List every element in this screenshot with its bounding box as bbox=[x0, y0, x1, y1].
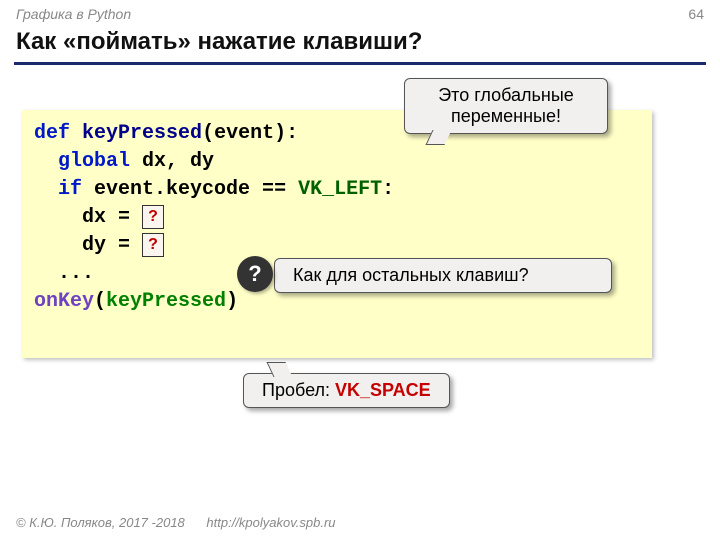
func-args: (event): bbox=[202, 122, 298, 145]
topbar: Графика в Python 64 bbox=[16, 6, 704, 26]
page-title: Как «поймать» нажатие клавиши? bbox=[16, 28, 422, 56]
callout-space-prefix: Пробел: bbox=[262, 380, 335, 400]
global-vars: dx, dy bbox=[130, 150, 214, 173]
breadcrumb: Графика в Python bbox=[16, 6, 131, 22]
callout-rest-keys: Как для остальных клавиш? bbox=[274, 258, 612, 293]
question-badge-dy: ? bbox=[142, 233, 164, 257]
if-colon: : bbox=[382, 178, 394, 201]
dx-line: dx = bbox=[34, 206, 142, 229]
page-number: 64 bbox=[688, 6, 704, 22]
onkey-call: onKey bbox=[34, 290, 94, 313]
callout-space: Пробел: VK_SPACE bbox=[243, 373, 450, 408]
callout-globals-line1: Это глобальные bbox=[419, 85, 593, 106]
footer: © К.Ю. Поляков, 2017 -2018 http://kpolya… bbox=[16, 515, 336, 530]
onkey-open: ( bbox=[94, 290, 106, 313]
func-name: keyPressed bbox=[82, 122, 202, 145]
footer-url: http://kpolyakov.spb.ru bbox=[206, 515, 335, 530]
callout-globals-line2: переменные! bbox=[419, 106, 593, 127]
onkey-close: ) bbox=[226, 290, 238, 313]
code-block: def keyPressed(event): global dx, dy if … bbox=[22, 110, 652, 358]
callout-globals: Это глобальные переменные! bbox=[404, 78, 608, 134]
dots: ... bbox=[34, 262, 94, 285]
keyword-def: def bbox=[34, 122, 70, 145]
onkey-arg: keyPressed bbox=[106, 290, 226, 313]
const-vkspace: VK_SPACE bbox=[335, 380, 431, 400]
footer-copyright: © К.Ю. Поляков, 2017 -2018 bbox=[16, 515, 185, 530]
dy-line: dy = bbox=[34, 234, 142, 257]
callout-tail bbox=[267, 362, 293, 377]
keyword-if: if bbox=[58, 178, 82, 201]
title-rule bbox=[14, 62, 706, 65]
question-mark-icon: ? bbox=[237, 256, 273, 292]
const-vkleft: VK_LEFT bbox=[298, 178, 382, 201]
question-badge-dx: ? bbox=[142, 205, 164, 229]
keyword-global: global bbox=[58, 150, 130, 173]
if-cond: event.keycode == bbox=[82, 178, 298, 201]
callout-rest-text: Как для остальных клавиш? bbox=[293, 265, 529, 285]
